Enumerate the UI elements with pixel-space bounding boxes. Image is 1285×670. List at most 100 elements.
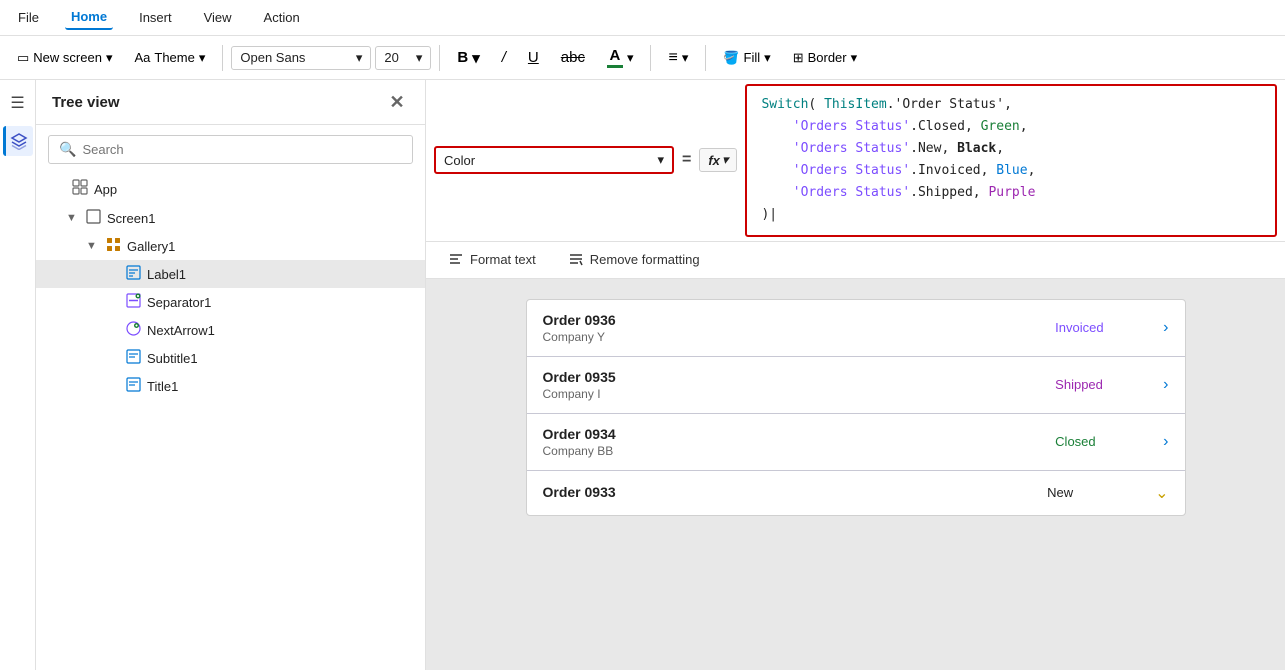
layers-icon[interactable] [3,126,33,156]
tree-item-separator1[interactable]: Separator1 [36,288,425,316]
italic-button[interactable]: / [493,44,515,71]
tree-panel: Tree view ✕ 🔍 App ▼ [36,80,426,670]
tree-toggle-screen1: ▼ [66,212,80,224]
sidebar-icons: ☰ [0,80,36,670]
status-0935: Shipped [1055,377,1155,392]
menu-bar: File Home Insert View Action [0,0,1285,36]
gallery-row-0934[interactable]: Order 0934 Company BB Closed › [527,414,1185,471]
tree-toggle-gallery1: ▼ [86,240,100,252]
menu-home[interactable]: Home [65,5,113,30]
format-bar: Format text Remove formatting [426,242,1285,279]
toolbar-separator-4 [705,45,706,71]
status-0936: Invoiced [1055,320,1155,335]
company-0934: Company BB [543,444,1056,458]
tree-item-gallery1[interactable]: ▼ Gallery1 [36,232,425,260]
toolbar-separator-1 [222,45,223,71]
arrow-icon-0935: › [1163,376,1168,394]
chevron-down-icon: ▾ [764,50,771,66]
order-info-0933: Order 0933 [543,484,1048,502]
equals-sign: = [682,151,691,169]
underline-button[interactable]: U [519,44,548,71]
gallery-row-0936[interactable]: Order 0936 Company Y Invoiced › [527,300,1185,357]
formula-editor[interactable]: Switch( ThisItem.'Order Status', 'Orders… [745,84,1277,237]
main-layout: ☰ Tree view ✕ 🔍 [0,80,1285,670]
property-bar: Color ▾ = fx ▾ Switch( ThisItem.'Order S… [426,80,1285,242]
chevron-down-icon: ▾ [106,50,113,66]
tree-item-label1-label: Label1 [147,267,409,282]
format-text-button[interactable]: Format text [442,248,542,272]
tree-item-subtitle1[interactable]: Subtitle1 [36,344,425,372]
tree-item-title1[interactable]: Title1 [36,372,425,400]
fill-button[interactable]: 🪣 Fill ▾ [714,45,779,71]
search-input[interactable] [82,142,402,157]
arrow-icon-0936: › [1163,319,1168,337]
screen-icon [86,209,101,227]
tree-item-gallery1-label: Gallery1 [127,239,409,254]
preview-panel: Order 0936 Company Y Invoiced › Order 09… [426,279,1285,670]
tree-item-app[interactable]: App [36,174,425,204]
tree-item-screen1[interactable]: ▼ Screen1 [36,204,425,232]
menu-action[interactable]: Action [258,6,306,29]
tree-item-label1[interactable]: Label1 [36,260,425,288]
tree-close-button[interactable]: ✕ [385,90,409,114]
nextarrow-icon [126,321,141,339]
search-icon: 🔍 [59,141,76,158]
border-icon: ⊞ [793,50,804,66]
toolbar: ▭ New screen ▾ Aa Theme ▾ Open Sans ▾ 20… [0,36,1285,80]
font-selector[interactable]: Open Sans ▾ [231,46,371,70]
chevron-down-icon: ▾ [627,50,634,66]
chevron-down-icon: ▾ [356,50,363,66]
order-info-0936: Order 0936 Company Y [543,312,1056,344]
order-info-0935: Order 0935 Company I [543,369,1056,401]
chevron-down-icon: ▾ [851,50,858,66]
property-dropdown[interactable]: Color ▾ [434,146,674,174]
gallery-icon [106,237,121,255]
hamburger-menu-icon[interactable]: ☰ [3,88,33,118]
bold-button[interactable]: B ▾ [448,44,488,72]
order-number-0933: Order 0933 [543,484,1048,500]
chevron-down-icon: ▾ [416,50,423,66]
menu-view[interactable]: View [198,6,238,29]
search-box: 🔍 [48,135,413,164]
remove-formatting-button[interactable]: Remove formatting [562,248,706,272]
gallery-card: Order 0936 Company Y Invoiced › Order 09… [526,299,1186,516]
order-info-0934: Order 0934 Company BB [543,426,1056,458]
theme-button[interactable]: Aa Theme ▾ [125,45,214,71]
app-icon [72,179,88,199]
tree-item-separator1-label: Separator1 [147,295,409,310]
chevron-down-icon: ▾ [199,50,206,66]
order-number-0934: Order 0934 [543,426,1056,442]
tree-header: Tree view ✕ [36,80,425,125]
content-area: Color ▾ = fx ▾ Switch( ThisItem.'Order S… [426,80,1285,670]
remove-formatting-icon [568,252,584,268]
gallery-row-0935[interactable]: Order 0935 Company I Shipped › [527,357,1185,414]
arrow-icon-0934: › [1163,433,1168,451]
font-size-selector[interactable]: 20 ▾ [375,46,431,70]
status-0933: New [1047,485,1147,500]
border-button[interactable]: ⊞ Border ▾ [784,45,866,71]
font-color-bar [607,65,623,68]
menu-file[interactable]: File [12,6,45,29]
fx-button[interactable]: fx ▾ [699,148,737,172]
screen-icon: ▭ [17,50,29,66]
company-0936: Company Y [543,330,1056,344]
separator-icon [126,293,141,311]
order-number-0935: Order 0935 [543,369,1056,385]
tree-item-screen1-label: Screen1 [107,211,409,226]
chevron-down-icon: ▾ [472,49,480,67]
menu-insert[interactable]: Insert [133,6,178,29]
label-icon [126,265,141,283]
new-screen-button[interactable]: ▭ New screen ▾ [8,45,121,71]
company-0935: Company I [543,387,1056,401]
title-icon [126,377,141,395]
chevron-down-icon: ▾ [682,50,689,66]
tree-item-nextarrow1[interactable]: NextArrow1 [36,316,425,344]
format-text-icon [448,252,464,268]
font-color-button[interactable]: A ▾ [598,42,643,73]
tree-item-nextarrow1-label: NextArrow1 [147,323,409,338]
theme-icon: Aa [134,50,150,65]
gallery-row-0933[interactable]: Order 0933 New ⌄ [527,471,1185,515]
align-button[interactable]: ≡ ▾ [659,44,697,72]
strikethrough-button[interactable]: abc [552,44,594,71]
toolbar-separator-3 [650,45,651,71]
